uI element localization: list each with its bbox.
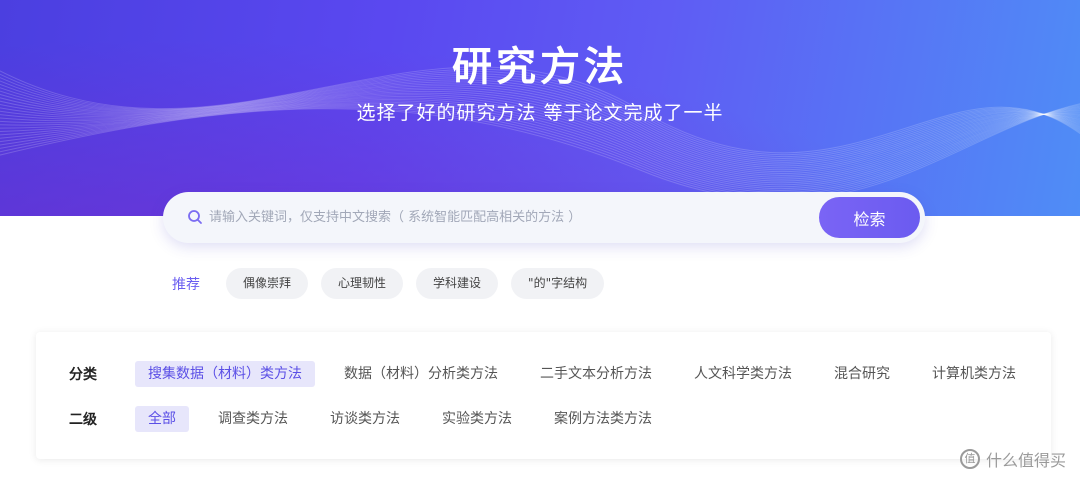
watermark-text: 什么值得买 <box>985 451 1066 470</box>
search-icon <box>188 210 202 224</box>
zhi-logo-icon: 值 <box>959 449 980 469</box>
category-option[interactable]: 混合研究 <box>821 361 903 387</box>
recommend-tag[interactable]: "的"字结构 <box>511 268 605 299</box>
category-option[interactable]: 搜集数据（材料）类方法 <box>135 361 315 387</box>
category-option[interactable]: 人文科学类方法 <box>681 361 805 387</box>
page-subtitle: 选择了好的研究方法 等于论文完成了一半 <box>356 102 724 124</box>
page-title: 研究方法 <box>452 44 628 90</box>
search-button[interactable]: 检索 <box>819 197 920 238</box>
recommend-tag[interactable]: 学科建设 <box>416 268 499 299</box>
subcategory-option[interactable]: 全部 <box>135 406 189 432</box>
search-bar: 检索 <box>163 192 925 243</box>
subcategory-option[interactable]: 访谈类方法 <box>317 406 413 432</box>
category-option[interactable]: 计算机类方法 <box>919 361 1029 387</box>
category-filter-row: 分类 搜集数据（材料）类方法 数据（材料）分析类方法 二手文本分析方法 人文科学… <box>69 361 1045 387</box>
category-option[interactable]: 数据（材料）分析类方法 <box>331 361 511 387</box>
category-option[interactable]: 二手文本分析方法 <box>527 361 665 387</box>
subcategory-filter-row: 二级 全部 调查类方法 访谈类方法 实验类方法 案例方法类方法 <box>69 406 681 432</box>
hero-banner: 研究方法 选择了好的研究方法 等于论文完成了一半 <box>0 0 1080 216</box>
recommend-tag[interactable]: 心理韧性 <box>321 268 404 299</box>
search-input[interactable] <box>209 192 809 243</box>
recommend-tags: 推荐 偶像崇拜 心理韧性 学科建设 "的"字结构 <box>172 268 617 299</box>
site-watermark: 值 什么值得买 <box>959 447 1066 471</box>
recommend-label: 推荐 <box>172 276 200 293</box>
filter-panel: 分类 搜集数据（材料）类方法 数据（材料）分析类方法 二手文本分析方法 人文科学… <box>36 332 1051 459</box>
recommend-tag[interactable]: 偶像崇拜 <box>226 268 309 299</box>
subcategory-option[interactable]: 案例方法类方法 <box>541 406 665 432</box>
subcategory-option[interactable]: 调查类方法 <box>205 406 301 432</box>
subcategory-label: 二级 <box>69 412 97 428</box>
subcategory-option[interactable]: 实验类方法 <box>429 406 525 432</box>
category-label: 分类 <box>69 367 97 383</box>
